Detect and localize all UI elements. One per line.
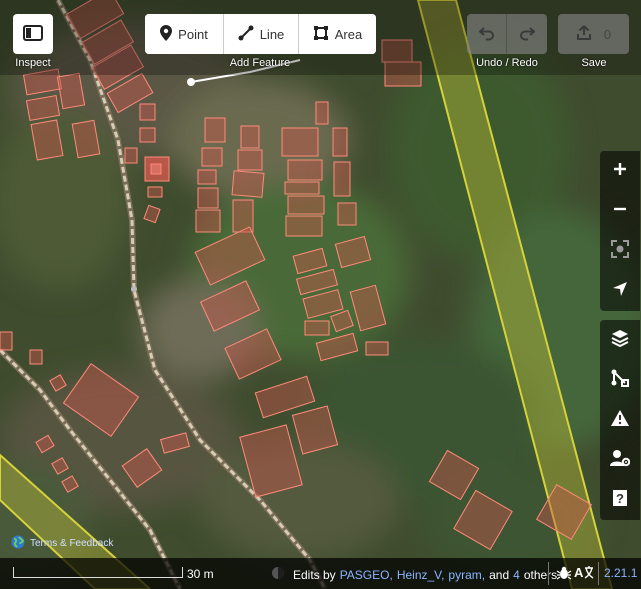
help-icon: ? — [612, 489, 628, 512]
save-button[interactable]: 0 — [558, 14, 629, 54]
preferences-button[interactable] — [600, 440, 640, 480]
globe-icon — [11, 535, 25, 552]
map-data-icon — [611, 369, 629, 392]
svg-text:A: A — [574, 565, 584, 580]
line-icon — [238, 25, 254, 44]
top-toolbar: Inspect Point Line Area Add Feature Undo… — [0, 0, 641, 75]
path-vertex[interactable] — [131, 286, 137, 292]
background-button[interactable] — [600, 320, 640, 360]
zoom-out-button[interactable] — [600, 191, 640, 231]
others-text: others — [523, 567, 558, 582]
point-label: Point — [178, 26, 208, 42]
warning-icon — [611, 409, 629, 431]
zoom-to-selection-button[interactable] — [600, 231, 640, 271]
footer-divider — [598, 562, 599, 585]
loading-icon — [271, 566, 285, 583]
and-text: and — [489, 567, 510, 582]
contributor-link[interactable]: pyram, — [448, 568, 485, 582]
point-icon — [160, 24, 173, 44]
inspect-button[interactable] — [13, 14, 53, 54]
others-count-link[interactable]: 4 — [513, 568, 520, 582]
version-link[interactable]: 2.21.1 — [604, 566, 637, 580]
minus-icon — [612, 201, 628, 222]
add-feature-label: Add Feature — [229, 57, 291, 69]
line-label: Line — [259, 26, 285, 42]
footer-divider — [548, 562, 549, 585]
edits-prefix: Edits by — [293, 567, 336, 582]
add-area-button[interactable]: Area — [299, 14, 376, 54]
terms-feedback-text: Terms & Feedback — [30, 537, 114, 549]
redo-button[interactable] — [507, 14, 547, 54]
add-point-button[interactable]: Point — [145, 14, 224, 54]
panel-controls: ? — [600, 320, 640, 520]
edits-attribution: Edits by PASGEO, Heinz_V, pyram, and 4 o… — [271, 566, 557, 583]
undo-button[interactable] — [467, 14, 507, 54]
area-label: Area — [334, 26, 363, 42]
save-count: 0 — [603, 26, 612, 42]
plus-icon — [612, 161, 628, 182]
contributor-link[interactable]: Heinz_V, — [397, 568, 445, 582]
bug-icon[interactable] — [556, 566, 572, 583]
save-label: Save — [581, 57, 607, 69]
user-gear-icon — [610, 449, 631, 472]
upload-icon — [576, 24, 592, 44]
location-arrow-icon — [612, 281, 628, 302]
issues-button[interactable] — [600, 400, 640, 440]
svg-text:?: ? — [616, 491, 624, 506]
layers-icon — [611, 329, 629, 352]
terms-feedback-link[interactable]: Terms & Feedback — [11, 535, 113, 551]
translate-icon[interactable]: A — [574, 564, 594, 583]
sidebar-toggle-icon — [23, 24, 43, 44]
help-button[interactable]: ? — [600, 480, 640, 520]
map-data-button[interactable] — [600, 360, 640, 400]
zoom-to-selection-icon — [611, 239, 629, 263]
redo-icon — [519, 25, 536, 44]
inspect-label: Inspect — [15, 57, 51, 69]
undo-icon — [477, 25, 495, 44]
area-icon — [313, 25, 329, 44]
add-feature-group: Point Line Area — [145, 14, 376, 54]
undo-redo-label: Undo / Redo — [476, 57, 538, 69]
zoom-in-button[interactable] — [600, 151, 640, 191]
scale-label: 30 m — [187, 567, 214, 581]
contributor-link[interactable]: PASGEO, — [340, 568, 393, 582]
add-line-button[interactable]: Line — [224, 14, 299, 54]
scale-bar — [13, 567, 183, 578]
geolocate-button[interactable] — [600, 271, 640, 311]
path-vertex[interactable] — [187, 78, 195, 86]
footer-bar: 30 m Edits by PASGEO, Heinz_V, pyram, an… — [0, 558, 641, 589]
map-canvas[interactable] — [0, 0, 641, 589]
map-controls — [600, 151, 640, 311]
